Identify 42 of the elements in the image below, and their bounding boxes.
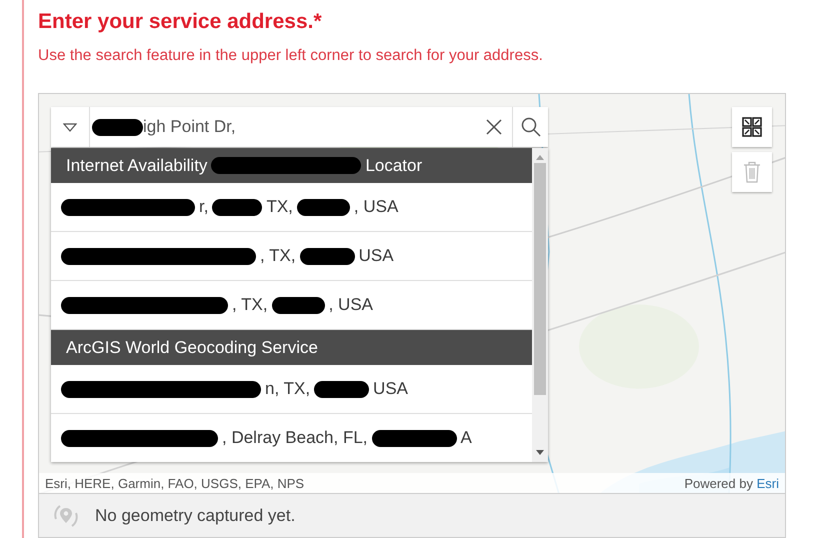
- redaction-mark: [296, 198, 350, 216]
- status-message: No geometry captured yet.: [95, 506, 296, 526]
- redaction-mark: [300, 248, 355, 264]
- scrollbar[interactable]: [532, 148, 548, 462]
- text: r,: [199, 197, 208, 217]
- attribution-text: Esri, HERE, Garmin, FAO, USGS, EPA, NPS: [45, 476, 304, 490]
- text: , TX,: [260, 246, 296, 266]
- suggestion-item[interactable]: , Delray Beach, FL, A: [51, 414, 532, 462]
- text: TX,: [266, 197, 293, 217]
- text: , TX,: [232, 295, 268, 315]
- text: , USA: [328, 295, 373, 315]
- redaction-mark: [92, 118, 143, 136]
- close-icon: [486, 119, 502, 135]
- text: igh Point Dr,: [143, 117, 236, 137]
- text: n, TX,: [265, 379, 310, 399]
- trash-icon: [743, 161, 761, 183]
- suggestion-item[interactable]: n, TX, USA: [51, 365, 532, 414]
- clear-button[interactable]: [476, 107, 512, 147]
- text: USA: [358, 246, 394, 266]
- text: A: [460, 428, 472, 448]
- suggestion-item[interactable]: , TX, USA: [51, 232, 532, 281]
- scroll-down-icon[interactable]: [535, 449, 545, 457]
- text: USA: [373, 379, 408, 399]
- search-button[interactable]: [512, 107, 548, 147]
- esri-link[interactable]: Esri: [756, 476, 779, 490]
- search-icon: [520, 117, 540, 137]
- source-dropdown-button[interactable]: [51, 107, 90, 147]
- select-by-rectangle-button[interactable]: [732, 107, 772, 147]
- form-heading: Enter your service address.*: [38, 10, 323, 34]
- text: Internet Availability: [66, 156, 208, 176]
- powered-by-text: Powered by Esri: [684, 476, 779, 490]
- text: , USA: [354, 197, 398, 217]
- text: ArcGIS World Geocoding Service: [66, 338, 318, 358]
- caret-icon: [63, 122, 77, 132]
- hint-text: Use the search feature in the upper left corner to search for your address.: [38, 46, 544, 66]
- text: Locator: [365, 156, 422, 176]
- redaction-mark: [212, 198, 262, 216]
- suggestion-item[interactable]: r, TX, , USA: [51, 183, 532, 232]
- text: , Delray Beach, FL,: [222, 428, 368, 448]
- redaction-mark: [314, 380, 370, 398]
- grid-icon: [742, 117, 762, 137]
- redaction-mark: [272, 296, 325, 314]
